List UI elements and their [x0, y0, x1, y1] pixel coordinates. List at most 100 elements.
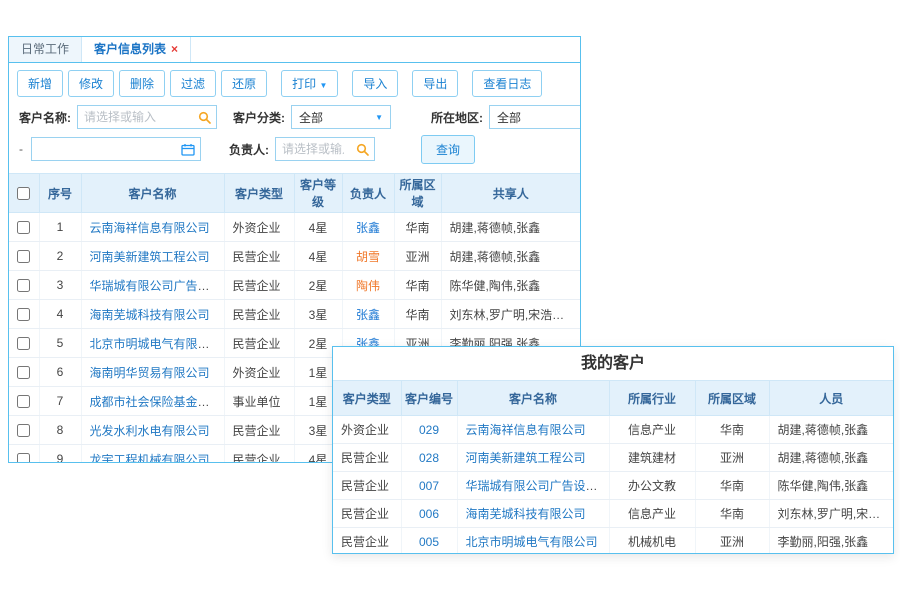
- col-header-name: 客户名称: [457, 381, 609, 416]
- row-checkbox[interactable]: [17, 424, 30, 437]
- row-select-cell: [9, 213, 39, 242]
- row-number: 1: [39, 213, 81, 242]
- customer-name-link[interactable]: 海南明华贸易有限公司: [90, 366, 210, 380]
- category-select[interactable]: 全部 ▼: [291, 105, 391, 129]
- my-customers-title: 我的客户: [333, 347, 893, 380]
- row-checkbox[interactable]: [17, 366, 30, 379]
- customer-name-link[interactable]: 海南芜城科技有限公司: [466, 507, 586, 521]
- view-log-button[interactable]: 查看日志: [472, 70, 542, 97]
- industry: 办公文教: [609, 472, 695, 500]
- customer-type: 民营企业: [224, 271, 294, 300]
- region: 华南: [394, 271, 441, 300]
- people: 陈华健,陶伟,张鑫: [769, 472, 893, 500]
- search-icon[interactable]: [192, 106, 216, 128]
- tab-daily-work[interactable]: 日常工作: [9, 37, 82, 62]
- owner-link[interactable]: 张鑫: [356, 308, 380, 322]
- region-selected-value: 全部: [497, 109, 521, 126]
- customer-name-link[interactable]: 成都市社会保险基金管理...: [90, 395, 225, 409]
- row-checkbox[interactable]: [17, 308, 30, 321]
- customer-type: 民营企业: [224, 242, 294, 271]
- customer-name-cell: 云南海祥信息有限公司: [81, 213, 224, 242]
- customer-code-link[interactable]: 028: [419, 451, 439, 465]
- query-button[interactable]: 查询: [421, 135, 475, 164]
- row-checkbox[interactable]: [17, 250, 30, 263]
- row-number: 8: [39, 416, 81, 445]
- row-select-cell: [9, 242, 39, 271]
- select-all-header: [9, 174, 39, 213]
- customer-name-link[interactable]: 华瑞城有限公司广告设计部: [466, 479, 610, 493]
- import-button[interactable]: 导入: [352, 70, 398, 97]
- customer-name-cell: 海南芜城科技有限公司: [81, 300, 224, 329]
- row-number: 6: [39, 358, 81, 387]
- delete-button[interactable]: 删除: [119, 70, 165, 97]
- print-button[interactable]: 打印 ▼: [281, 70, 338, 97]
- people: 李勤丽,阳强,张鑫: [769, 528, 893, 555]
- customer-name-link[interactable]: 龙宇工程机械有限公司: [90, 453, 210, 464]
- table-row: 外资企业029云南海祥信息有限公司信息产业华南胡建,蒋德帧,张鑫: [333, 416, 893, 444]
- search-icon[interactable]: [350, 138, 374, 160]
- add-button[interactable]: 新增: [17, 70, 63, 97]
- customer-level: 3星: [294, 300, 342, 329]
- table-row: 2河南美新建筑工程公司民营企业4星胡雪亚洲胡建,蒋德帧,张鑫: [9, 242, 580, 271]
- region: 华南: [394, 300, 441, 329]
- customer-name-link[interactable]: 华瑞城有限公司广告设计部: [90, 279, 225, 293]
- close-icon[interactable]: ×: [171, 42, 178, 56]
- customer-name-input[interactable]: [78, 110, 192, 124]
- table-header-row: 序号 客户名称 客户类型 客户等级 负责人 所属区域 共享人: [9, 174, 580, 213]
- customer-name-link[interactable]: 光发水利水电有限公司: [90, 424, 210, 438]
- customer-name-link[interactable]: 河南美新建筑工程公司: [90, 250, 210, 264]
- edit-button[interactable]: 修改: [68, 70, 114, 97]
- customer-name-link[interactable]: 云南海祥信息有限公司: [90, 221, 210, 235]
- table-row: 4海南芜城科技有限公司民营企业3星张鑫华南刘东林,罗广明,宋浩然,张鑫: [9, 300, 580, 329]
- region-select[interactable]: 全部 ▼: [489, 105, 581, 129]
- customer-name-cell: 河南美新建筑工程公司: [81, 242, 224, 271]
- col-header-type: 客户类型: [333, 381, 401, 416]
- row-select-cell: [9, 387, 39, 416]
- table-row: 民营企业028河南美新建筑工程公司建筑建材亚洲胡建,蒋德帧,张鑫: [333, 444, 893, 472]
- customer-code-link[interactable]: 005: [419, 535, 439, 549]
- row-number: 7: [39, 387, 81, 416]
- export-button[interactable]: 导出: [412, 70, 458, 97]
- calendar-icon[interactable]: [176, 138, 200, 160]
- owner-link[interactable]: 张鑫: [356, 221, 380, 235]
- tab-customer-list[interactable]: 客户信息列表×: [82, 37, 191, 62]
- owner-cell: 胡雪: [342, 242, 394, 271]
- row-checkbox[interactable]: [17, 453, 30, 463]
- customer-type: 外资企业: [333, 416, 401, 444]
- customer-name-link[interactable]: 北京市明城电气有限公司: [90, 337, 222, 351]
- owner-input[interactable]: [276, 142, 350, 156]
- customer-code-cell: 005: [401, 528, 457, 555]
- customer-type: 事业单位: [224, 387, 294, 416]
- region: 华南: [394, 213, 441, 242]
- row-select-cell: [9, 358, 39, 387]
- customer-code-link[interactable]: 029: [419, 423, 439, 437]
- table-header-row: 客户类型 客户编号 客户名称 所属行业 所属区域 人员: [333, 381, 893, 416]
- customer-name-cell: 北京市明城电气有限公司: [457, 528, 609, 555]
- customer-type: 民营企业: [333, 444, 401, 472]
- customer-level: 2星: [294, 271, 342, 300]
- row-checkbox[interactable]: [17, 279, 30, 292]
- row-checkbox[interactable]: [17, 221, 30, 234]
- customer-name-link[interactable]: 云南海祥信息有限公司: [466, 423, 586, 437]
- owner-link[interactable]: 胡雪: [356, 250, 380, 264]
- restore-button[interactable]: 还原: [221, 70, 267, 97]
- customer-name-link[interactable]: 河南美新建筑工程公司: [466, 451, 586, 465]
- customer-name-link[interactable]: 北京市明城电气有限公司: [466, 535, 598, 549]
- date-range-separator: -: [19, 142, 23, 156]
- customer-code-link[interactable]: 007: [419, 479, 439, 493]
- row-checkbox[interactable]: [17, 337, 30, 350]
- row-checkbox[interactable]: [17, 395, 30, 408]
- filter-button[interactable]: 过滤: [170, 70, 216, 97]
- date-input[interactable]: [32, 142, 176, 156]
- customer-name-cell: 云南海祥信息有限公司: [457, 416, 609, 444]
- owner-link[interactable]: 陶伟: [356, 279, 380, 293]
- customer-code-link[interactable]: 006: [419, 507, 439, 521]
- customer-level: 4星: [294, 242, 342, 271]
- select-all-checkbox[interactable]: [17, 187, 30, 200]
- filter-row-2: - 负责人: 查询: [19, 136, 570, 162]
- customer-name-link[interactable]: 海南芜城科技有限公司: [90, 308, 210, 322]
- customer-type: 外资企业: [224, 358, 294, 387]
- region: 华南: [695, 472, 769, 500]
- my-customers-table: 客户类型 客户编号 客户名称 所属行业 所属区域 人员 外资企业 029 云南海祥信…: [333, 380, 893, 554]
- tab-bar: 日常工作 客户信息列表×: [9, 37, 580, 63]
